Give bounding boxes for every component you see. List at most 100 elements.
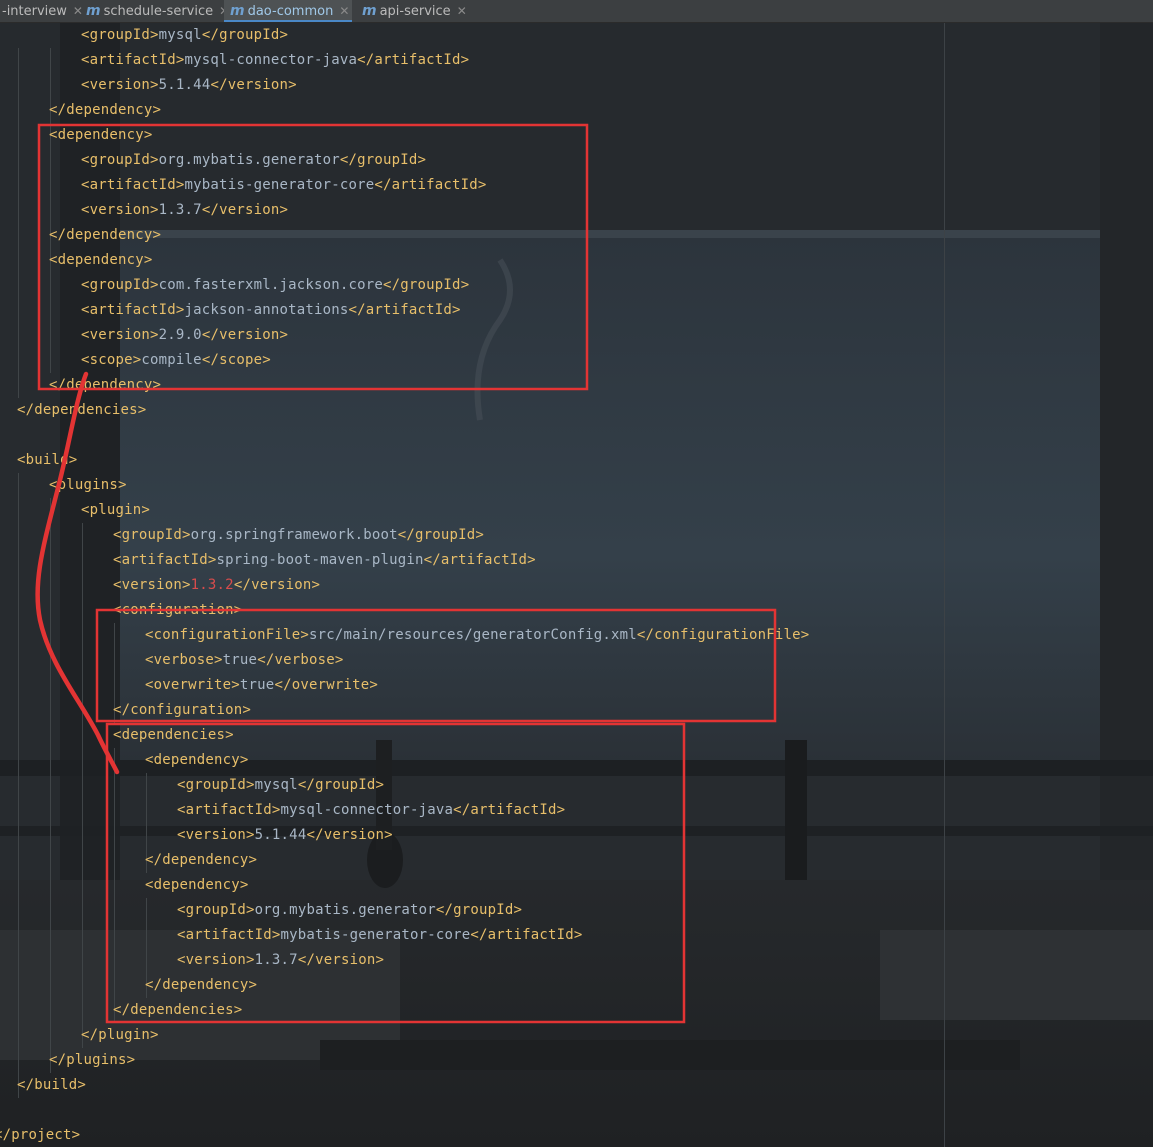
xml-tag: </project> — [0, 1127, 81, 1143]
code-line[interactable]: <version>1.3.7</version> — [81, 198, 288, 223]
xml-tag: <artifactId> — [177, 927, 281, 943]
code-line[interactable]: <version>1.3.7</version> — [177, 948, 384, 973]
code-line[interactable]: <dependencies> — [113, 723, 234, 748]
xml-tag: <dependency> — [145, 752, 249, 768]
close-icon[interactable]: ✕ — [339, 4, 349, 18]
xml-tag: <version> — [177, 827, 255, 843]
code-line[interactable]: </dependency> — [145, 973, 257, 998]
code-line[interactable]: <groupId>org.mybatis.generator</groupId> — [177, 898, 522, 923]
tab-label: schedule-service — [103, 4, 214, 19]
code-line[interactable]: <artifactId>mybatis-generator-core</arti… — [81, 173, 487, 198]
code-line[interactable]: <artifactId>mysql-connector-java</artifa… — [81, 48, 469, 73]
xml-tag: </artifactId> — [374, 177, 487, 193]
xml-tag: <artifactId> — [81, 177, 185, 193]
code-line[interactable]: </dependency> — [49, 373, 161, 398]
code-line[interactable]: </plugins> — [49, 1048, 135, 1073]
xml-tag: </dependency> — [145, 977, 258, 993]
xml-value: mysql — [158, 27, 202, 43]
xml-tag: <groupId> — [81, 27, 159, 43]
editor-tab-bar: -interview✕ mschedule-service✕ mdao-comm… — [0, 0, 1153, 23]
code-line[interactable]: <artifactId>spring-boot-maven-plugin</ar… — [113, 548, 536, 573]
xml-value: 5.1.44 — [158, 77, 211, 93]
xml-tag: </dependency> — [49, 227, 162, 243]
indent-guide — [50, 498, 51, 1073]
xml-tag: <artifactId> — [81, 302, 185, 318]
code-line[interactable]: <build> — [17, 448, 77, 473]
code-line[interactable]: <version>5.1.44</version> — [177, 823, 393, 848]
xml-value: jackson-annotations — [184, 302, 349, 318]
code-line[interactable]: <artifactId>jackson-annotations</artifac… — [81, 298, 461, 323]
xml-tag: <overwrite> — [145, 677, 240, 693]
code-line[interactable]: <version>2.9.0</version> — [81, 323, 288, 348]
xml-tag: </build> — [17, 1077, 87, 1093]
code-line[interactable]: </dependency> — [49, 223, 161, 248]
code-line[interactable]: </configuration> — [113, 698, 251, 723]
xml-value: mysql-connector-java — [184, 52, 358, 68]
tab-interview[interactable]: -interview ✕ — [0, 0, 83, 22]
xml-value: org.mybatis.generator — [254, 902, 436, 918]
code-line[interactable]: </project> — [0, 1123, 80, 1148]
xml-tag: <version> — [81, 202, 159, 218]
code-line[interactable]: <configuration> — [113, 598, 242, 623]
xml-value: mysql-connector-java — [280, 802, 454, 818]
tab-dao-common[interactable]: m dao-common ✕ — [224, 0, 352, 22]
tab-api-service[interactable]: m api-service ✕ — [356, 0, 468, 22]
indent-guide — [50, 48, 51, 373]
code-line[interactable]: <artifactId>mysql-connector-java</artifa… — [177, 798, 565, 823]
code-line[interactable]: <groupId>mysql</groupId> — [177, 773, 384, 798]
code-line[interactable]: </plugin> — [81, 1023, 159, 1048]
xml-value: 5.1.44 — [254, 827, 307, 843]
xml-tag: </version> — [297, 952, 385, 968]
code-line[interactable]: </dependencies> — [113, 998, 242, 1023]
xml-tag: </groupId> — [435, 902, 523, 918]
xml-tag: <groupId> — [177, 777, 255, 793]
code-line[interactable]: <plugins> — [49, 473, 127, 498]
code-line[interactable]: <artifactId>mybatis-generator-core</arti… — [177, 923, 583, 948]
xml-tag: <dependencies> — [113, 727, 234, 743]
right-margin-guide — [944, 22, 945, 1147]
tab-label: api-service — [379, 4, 451, 19]
xml-tag: <dependency> — [49, 127, 153, 143]
indent-guide — [114, 748, 115, 1023]
xml-tag: </artifactId> — [423, 552, 536, 568]
xml-value: src/main/resources/generatorConfig.xml — [308, 627, 637, 643]
code-line[interactable]: <verbose>true</verbose> — [145, 648, 343, 673]
xml-value: true — [222, 652, 258, 668]
xml-tag: </artifactId> — [470, 927, 583, 943]
code-line[interactable]: <groupId>org.springframework.boot</group… — [113, 523, 484, 548]
xml-tag: </groupId> — [397, 527, 485, 543]
xml-value: mybatis-generator-core — [280, 927, 471, 943]
close-icon[interactable]: ✕ — [457, 4, 467, 18]
code-line[interactable]: </dependencies> — [17, 398, 146, 423]
code-line[interactable]: <dependency> — [145, 873, 249, 898]
code-line[interactable]: <overwrite>true</overwrite> — [145, 673, 378, 698]
xml-tag: </groupId> — [297, 777, 385, 793]
code-line[interactable]: <groupId>com.fasterxml.jackson.core</gro… — [81, 273, 469, 298]
xml-tag: <configurationFile> — [145, 627, 309, 643]
xml-value: com.fasterxml.jackson.core — [158, 277, 384, 293]
xml-value: 1.3.2 — [190, 577, 234, 593]
xml-tag: <version> — [177, 952, 255, 968]
maven-module-icon: m — [86, 3, 101, 19]
code-line[interactable]: </dependency> — [145, 848, 257, 873]
code-line[interactable]: <dependency> — [145, 748, 249, 773]
xml-tag: </configurationFile> — [636, 627, 810, 643]
code-line[interactable]: <version>1.3.2</version> — [113, 573, 320, 598]
xml-tag: <dependency> — [145, 877, 249, 893]
xml-tag: <groupId> — [81, 152, 159, 168]
code-line[interactable]: <dependency> — [49, 123, 153, 148]
code-line[interactable]: <version>5.1.44</version> — [81, 73, 297, 98]
xml-tag: <version> — [81, 327, 159, 343]
tab-schedule-service[interactable]: mschedule-service✕ — [80, 0, 229, 22]
code-line[interactable]: <groupId>org.mybatis.generator</groupId> — [81, 148, 426, 173]
code-line[interactable]: <plugin> — [81, 498, 150, 523]
code-line[interactable]: <groupId>mysql</groupId> — [81, 23, 288, 48]
code-line[interactable]: </build> — [17, 1073, 86, 1098]
code-line[interactable]: </dependency> — [49, 98, 161, 123]
code-line[interactable]: <dependency> — [49, 248, 153, 273]
code-line[interactable]: <scope>compile</scope> — [81, 348, 271, 373]
xml-value: mysql — [254, 777, 298, 793]
xml-tag: </version> — [306, 827, 393, 843]
code-line[interactable]: <configurationFile>src/main/resources/ge… — [145, 623, 809, 648]
xml-tag: <groupId> — [113, 527, 191, 543]
